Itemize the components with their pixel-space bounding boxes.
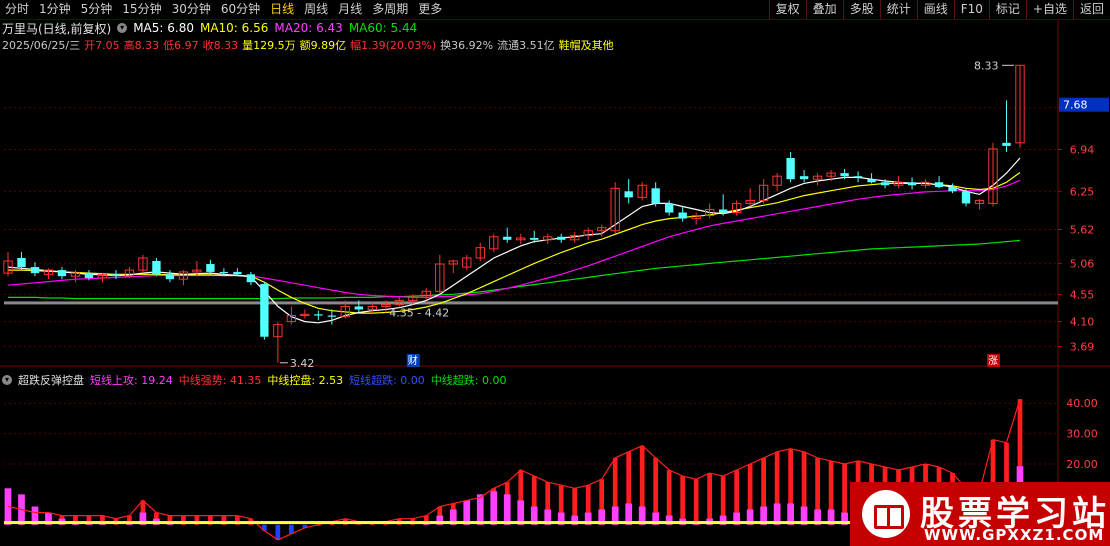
candle-body [354, 306, 364, 310]
candle-body [786, 158, 795, 180]
candle-body [907, 182, 917, 186]
candle-body [327, 315, 337, 317]
kline-chart[interactable]: 7.636.946.255.625.064.554.103.697.688.33… [0, 0, 1110, 546]
candle-body [233, 271, 242, 275]
ma20-line [7, 179, 1021, 298]
indicator-tick-label: 30.00 [1066, 428, 1098, 441]
candle-body [853, 176, 863, 178]
current-price-tag: 7.68 [1063, 99, 1088, 112]
price-tick-label: 5.62 [1070, 223, 1095, 236]
candle-body [961, 191, 971, 204]
candle-body [206, 264, 215, 272]
indicator-magenta-bar [476, 494, 484, 525]
candle-body [57, 270, 67, 277]
indicator-bar [707, 473, 713, 525]
high-price-label: 8.33 [974, 59, 999, 72]
low-price-label: 3.42 [290, 357, 315, 370]
candle-body [948, 187, 957, 192]
candle-body [624, 191, 633, 198]
book-icon [862, 490, 910, 538]
indicator-bar [693, 479, 699, 525]
candle-body [246, 274, 256, 283]
indicator-tick-label: 20.00 [1066, 458, 1098, 471]
indicator-tick-label: 40.00 [1066, 397, 1098, 410]
indicator-bar [680, 476, 686, 525]
indicator-magenta-bar [490, 491, 498, 525]
candle-body [152, 261, 161, 275]
indicator-bar [275, 524, 281, 540]
range-label: 4.35 - 4.42 [389, 306, 449, 319]
candle-body [867, 179, 876, 183]
candle-body [880, 182, 890, 186]
price-tick-label: 3.69 [1070, 340, 1095, 353]
candle-body [651, 188, 660, 204]
support-line [4, 301, 1058, 305]
candle-body [799, 176, 809, 180]
candle-body [557, 236, 566, 240]
candle-body [314, 314, 323, 316]
candle-body [219, 271, 229, 274]
candle-body [718, 209, 728, 213]
watermark-url: WWW.GPXXZ1.COM [924, 526, 1105, 544]
candle-body [260, 284, 269, 337]
cai-marker: 财 [408, 354, 418, 367]
price-tick-label: 6.94 [1070, 144, 1095, 157]
candle-body [165, 274, 175, 280]
candle-body [664, 203, 674, 213]
price-tick-label: 4.55 [1070, 288, 1095, 301]
candle-body [84, 273, 94, 278]
candle-body [678, 212, 687, 219]
candle-body [1002, 142, 1011, 146]
zhang-marker: 涨 [988, 355, 998, 367]
watermark-logo: 股票学习站 WWW.GPXXZ1.COM [850, 482, 1110, 546]
candle-body [111, 274, 121, 277]
candle-body [30, 267, 40, 274]
ma10-line [8, 172, 1021, 314]
candle-body [503, 236, 512, 240]
candle-body [17, 257, 26, 268]
candle-body [530, 237, 539, 240]
indicator-magenta-bar [503, 494, 511, 525]
candle-body [934, 182, 944, 188]
price-tick-label: 6.25 [1070, 185, 1095, 198]
price-tick-label: 5.06 [1070, 257, 1095, 270]
candle-body [840, 173, 849, 177]
price-tick-label: 4.10 [1070, 316, 1095, 329]
